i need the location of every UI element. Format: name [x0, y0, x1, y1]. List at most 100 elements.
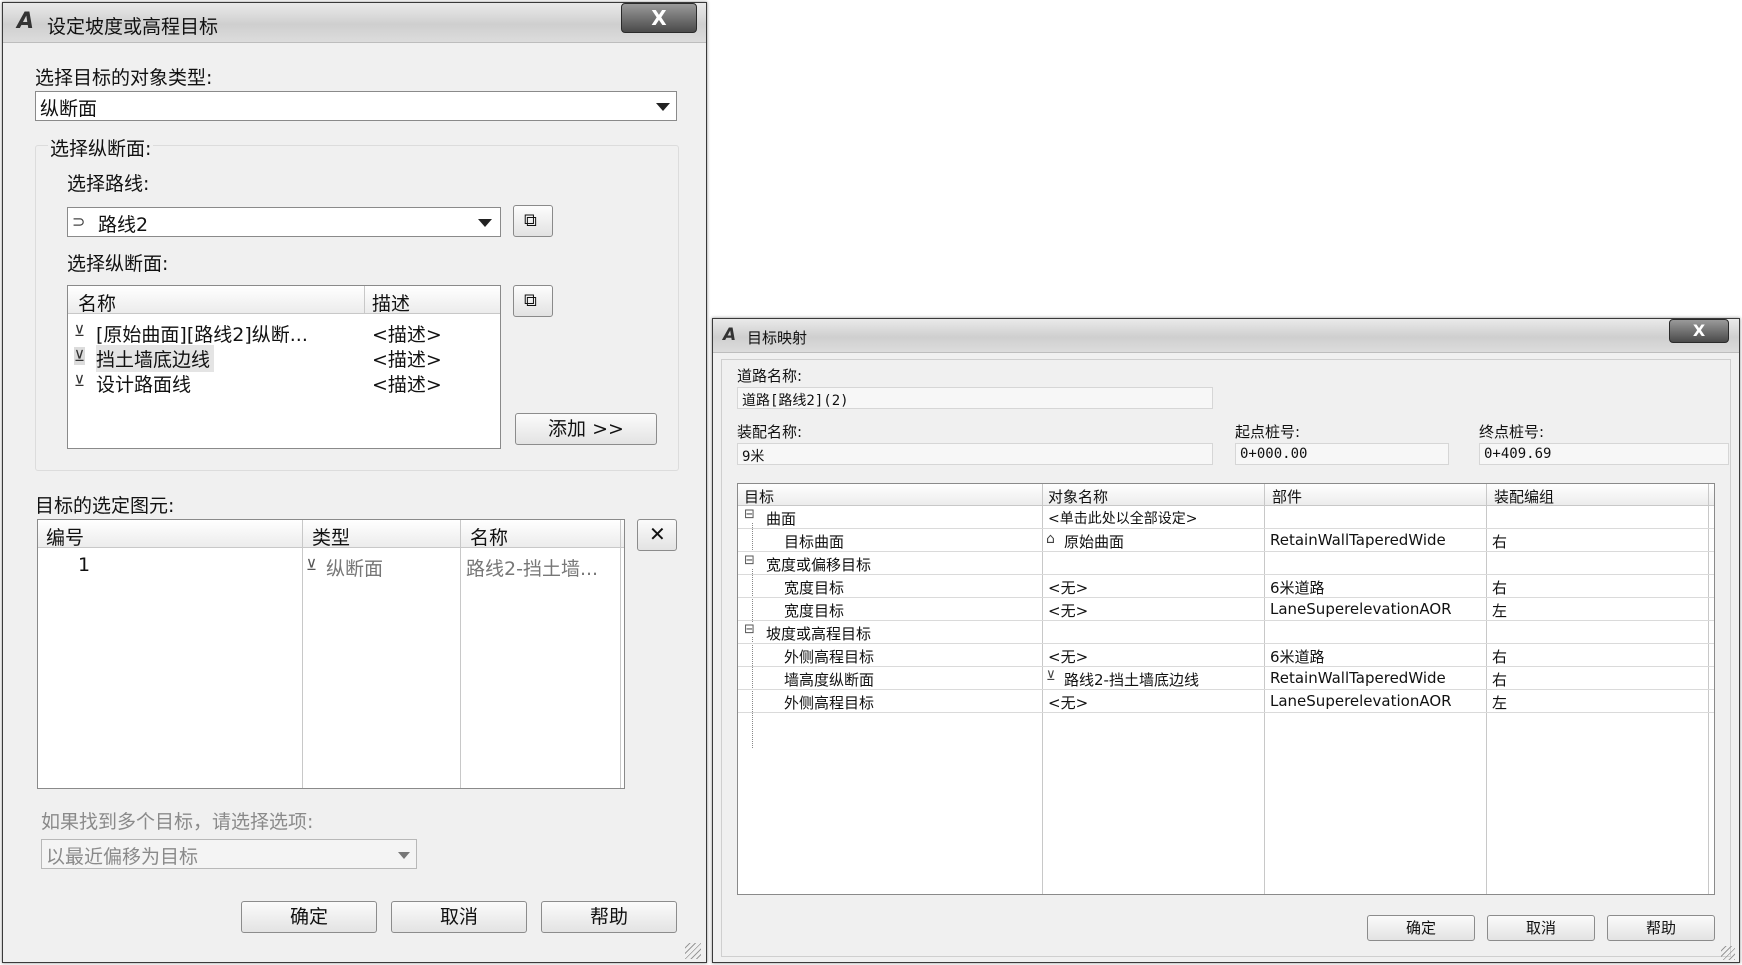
table-row[interactable]: 外侧高程目标 <无> LaneSuperelevationAOR 左 — [738, 690, 1714, 713]
table-row[interactable]: ⊟ 坡度或高程目标 — [738, 621, 1714, 644]
dialog-title: 设定坡度或高程目标 — [47, 16, 219, 38]
row-group: 左 — [1492, 602, 1508, 620]
target-dialog: A 设定坡度或高程目标 X 选择目标的对象类型: 纵断面 选择纵断面: 选择路线… — [2, 2, 707, 963]
row-object[interactable]: <无> — [1048, 646, 1088, 667]
close-button[interactable]: X — [621, 3, 697, 33]
help-label: 帮助 — [589, 906, 628, 928]
column-header-object[interactable]: 对象名称 — [1048, 486, 1108, 507]
object-type-label: 选择目标的对象类型: — [35, 67, 213, 89]
row-name: 路线2-挡土墙... — [466, 558, 599, 580]
alignment-value: 路线2 — [98, 214, 149, 236]
corridor-field: 道路[路线2](2) — [737, 387, 1213, 409]
dialog-title: 目标映射 — [747, 329, 808, 347]
remove-button[interactable]: ✕ — [637, 519, 677, 551]
row-object[interactable]: <无> — [1048, 577, 1088, 598]
row-type: 纵断面 — [326, 558, 384, 580]
ok-label: 确定 — [1405, 919, 1436, 937]
profile-group-label: 选择纵断面: — [48, 134, 154, 161]
target-grid: 目标 对象名称 部件 装配编组 ⊟ 曲面 <单击此处以全部设定> 目标曲面 ⌂ … — [737, 483, 1715, 895]
ok-button[interactable]: 确定 — [1367, 915, 1475, 941]
table-row[interactable]: 墙高度纵断面 ⊻ 路线2-挡土墙底边线 RetainWallTaperedWid… — [738, 667, 1714, 690]
collapse-icon[interactable]: ⊟ — [744, 507, 755, 522]
assembly-value: 9米 — [742, 449, 765, 465]
add-button-label: 添加 >> — [548, 418, 624, 440]
profile-icon: ⊻ — [306, 556, 317, 574]
alignment-select[interactable]: ⊃ 路线2 — [67, 207, 501, 237]
profile-description: <描述> — [372, 349, 442, 371]
column-header-type[interactable]: 类型 — [312, 523, 350, 550]
profile-list: 名称 描述 ⊻ [原始曲面][路线2]纵断... <描述> ⊻ 挡土墙底边线 <… — [67, 285, 501, 449]
row-target: 宽度目标 — [784, 602, 845, 620]
list-item[interactable]: ⊻ [原始曲面][路线2]纵断... <描述> — [68, 320, 500, 346]
grid-header: 目标 对象名称 部件 装配编组 — [738, 484, 1714, 506]
selected-list: 编号 类型 名称 1 ⊻ 纵断面 路线2-挡土墙... — [37, 519, 625, 789]
profile-icon: ⊻ — [74, 347, 85, 365]
table-row[interactable]: ⊟ 曲面 <单击此处以全部设定> — [738, 506, 1714, 529]
corridor-value: 道路[路线2](2) — [742, 393, 849, 409]
table-row[interactable]: 目标曲面 ⌂ 原始曲面 RetainWallTaperedWide 右 — [738, 529, 1714, 552]
row-object[interactable]: <无> — [1048, 692, 1088, 713]
resize-grip-icon[interactable] — [1721, 946, 1735, 960]
pick-from-drawing-icon: ⧉ — [524, 290, 537, 311]
row-object[interactable]: <无> — [1048, 600, 1088, 621]
column-header-name[interactable]: 名称 — [470, 523, 508, 550]
row-group: 右 — [1492, 579, 1508, 597]
pick-alignment-button[interactable]: ⧉ — [513, 205, 553, 237]
column-header-target[interactable]: 目标 — [744, 486, 774, 507]
column-divider — [364, 286, 365, 314]
resize-grip-icon[interactable] — [685, 943, 701, 959]
row-group: 右 — [1492, 671, 1508, 689]
profile-name: 设计路面线 — [96, 374, 192, 396]
cancel-button[interactable]: 取消 — [391, 901, 527, 933]
object-type-value: 纵断面 — [40, 98, 98, 120]
multi-target-select[interactable]: 以最近偏移为目标 — [41, 839, 417, 869]
profile-description: <描述> — [372, 324, 442, 346]
list-item[interactable]: ⊻ 挡土墙底边线 <描述> — [68, 345, 500, 372]
row-part: 6米道路 — [1270, 648, 1325, 666]
pick-profile-button[interactable]: ⧉ — [513, 285, 553, 317]
autocad-logo-icon: A — [723, 325, 737, 345]
table-row[interactable]: 宽度目标 <无> LaneSuperelevationAOR 左 — [738, 598, 1714, 621]
row-target: 宽度或偏移目标 — [766, 556, 872, 574]
cancel-button[interactable]: 取消 — [1487, 915, 1595, 941]
profile-list-header: 名称 描述 — [68, 286, 500, 316]
assembly-label: 装配名称: — [737, 423, 803, 441]
collapse-icon[interactable]: ⊟ — [744, 553, 755, 568]
column-header-number[interactable]: 编号 — [46, 523, 84, 550]
column-header-part[interactable]: 部件 — [1272, 486, 1302, 507]
chevron-down-icon — [398, 852, 410, 859]
table-row[interactable]: 宽度目标 <无> 6米道路 右 — [738, 575, 1714, 598]
close-button[interactable]: X — [1669, 319, 1729, 343]
row-part: RetainWallTaperedWide — [1270, 531, 1446, 549]
help-button[interactable]: 帮助 — [541, 901, 677, 933]
column-header-group[interactable]: 装配编组 — [1494, 486, 1554, 507]
collapse-icon[interactable]: ⊟ — [744, 622, 755, 637]
add-button[interactable]: 添加 >> — [515, 413, 657, 445]
selected-label: 目标的选定图元: — [35, 495, 175, 517]
end-station-field: 0+409.69 — [1479, 443, 1729, 465]
help-label: 帮助 — [1645, 919, 1676, 937]
row-object[interactable]: 原始曲面 — [1064, 531, 1124, 552]
ok-button[interactable]: 确定 — [241, 901, 377, 933]
profile-name: 挡土墙底边线 — [96, 345, 215, 372]
object-type-select[interactable]: 纵断面 — [35, 91, 677, 121]
column-header-description[interactable]: 描述 — [372, 289, 410, 316]
row-number: 1 — [78, 554, 91, 576]
table-row[interactable]: ⊟ 宽度或偏移目标 — [738, 552, 1714, 575]
start-station-field: 0+000.00 — [1235, 443, 1449, 465]
close-icon: X — [651, 6, 667, 30]
row-group: 右 — [1492, 533, 1508, 551]
cancel-label: 取消 — [1525, 919, 1556, 937]
row-part: RetainWallTaperedWide — [1270, 669, 1446, 687]
row-target: 坡度或高程目标 — [766, 625, 872, 643]
table-row[interactable]: 1 ⊻ 纵断面 路线2-挡土墙... — [38, 554, 624, 582]
row-object[interactable]: 路线2-挡土墙底边线 — [1064, 669, 1199, 690]
multi-target-label: 如果找到多个目标，请选择选项: — [41, 811, 314, 833]
column-header-name[interactable]: 名称 — [78, 289, 116, 316]
chevron-down-icon — [478, 219, 492, 227]
help-button[interactable]: 帮助 — [1607, 915, 1715, 941]
selected-list-header: 编号 类型 名称 — [38, 520, 624, 550]
list-item[interactable]: ⊻ 设计路面线 <描述> — [68, 370, 500, 396]
table-row[interactable]: 外侧高程目标 <无> 6米道路 右 — [738, 644, 1714, 667]
row-object[interactable]: <单击此处以全部设定> — [1048, 508, 1197, 528]
